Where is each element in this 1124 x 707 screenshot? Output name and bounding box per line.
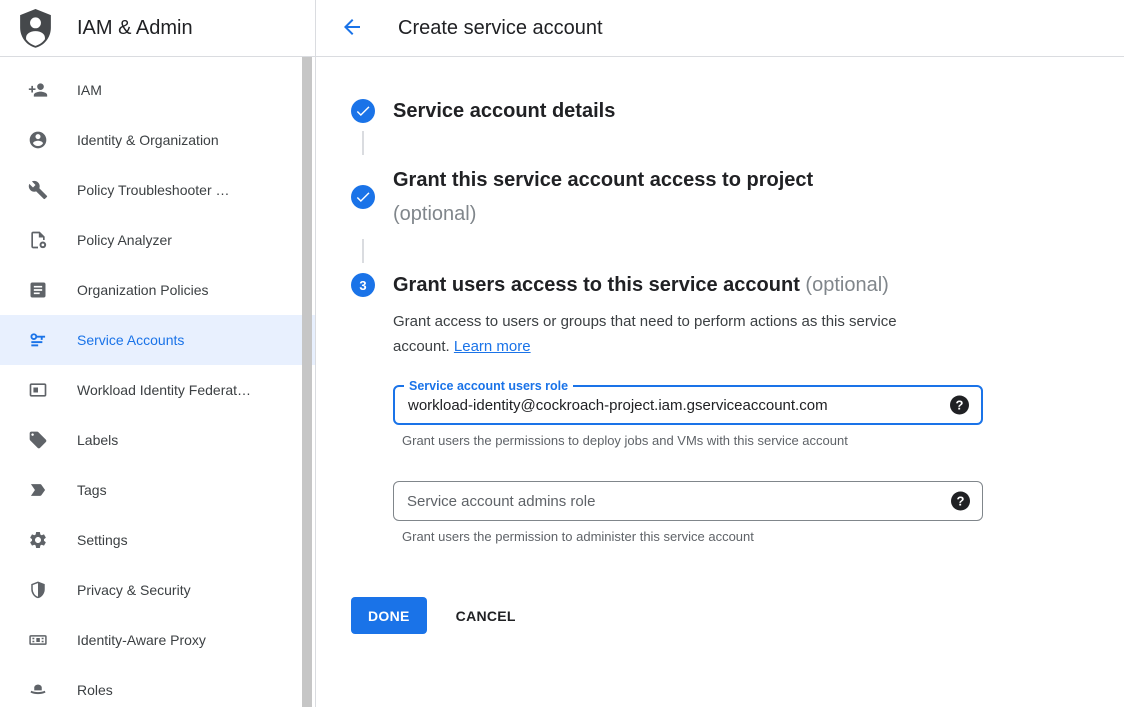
sidebar-item-label: Identity & Organization xyxy=(77,132,219,148)
sidebar-item-roles[interactable]: Roles xyxy=(0,665,315,707)
sidebar-item-privacy-security[interactable]: Privacy & Security xyxy=(0,565,315,615)
identity-person-icon xyxy=(28,130,48,150)
sidebar-item-label: Organization Policies xyxy=(77,282,209,298)
step-2-grant-access-to-project[interactable]: Grant this service account access to pro… xyxy=(351,163,1100,231)
learn-more-link[interactable]: Learn more xyxy=(454,338,531,355)
sidebar-item-label: Settings xyxy=(77,532,128,548)
step-3-description: Grant access to users or groups that nee… xyxy=(393,309,949,359)
users-role-input[interactable] xyxy=(395,387,935,423)
sidebar-nav: IAM Identity & Organization Policy Troub… xyxy=(0,57,315,707)
sidebar-item-label: Policy Analyzer xyxy=(77,232,172,248)
sidebar-item-label: Roles xyxy=(77,682,113,698)
step-connector xyxy=(362,131,364,155)
iam-admin-shield-logo-icon xyxy=(17,8,54,49)
main-header: Create service account xyxy=(316,0,1124,57)
main-panel: Create service account Service account d… xyxy=(316,0,1124,707)
sidebar-item-workload-identity-federation[interactable]: Workload Identity Federat… xyxy=(0,365,315,415)
step-1-service-account-details[interactable]: Service account details xyxy=(351,99,1100,123)
gear-icon xyxy=(28,530,48,550)
sidebar: IAM & Admin IAM Identity & Organization xyxy=(0,0,316,707)
card-icon xyxy=(28,380,48,400)
document-gear-icon xyxy=(28,230,48,250)
step-2-optional-label: (optional) xyxy=(393,197,813,231)
step-2-title: Grant this service account access to pro… xyxy=(393,163,813,197)
shield-icon xyxy=(28,580,48,600)
proxy-icon xyxy=(28,630,48,650)
sidebar-item-identity-organization[interactable]: Identity & Organization xyxy=(0,115,315,165)
hat-icon xyxy=(28,680,48,700)
sidebar-item-label: Policy Troubleshooter … xyxy=(77,182,230,198)
sidebar-item-labels[interactable]: Labels xyxy=(0,415,315,465)
sidebar-item-identity-aware-proxy[interactable]: Identity-Aware Proxy xyxy=(0,615,315,665)
sidebar-item-label: Service Accounts xyxy=(77,332,184,348)
step-3-optional-label: (optional) xyxy=(805,274,888,296)
page-title: Create service account xyxy=(398,17,603,40)
create-service-account-form: Service account details Grant this servi… xyxy=(316,57,1124,634)
sidebar-item-label: IAM xyxy=(77,82,102,98)
back-arrow-icon xyxy=(340,15,364,42)
admins-role-input[interactable] xyxy=(394,482,936,520)
form-actions: DONE CANCEL xyxy=(351,597,1100,634)
service-account-admins-role-field: ? xyxy=(393,481,983,521)
step-3-title: Grant users access to this service accou… xyxy=(393,274,800,296)
arrow-tag-icon xyxy=(28,480,48,500)
step-3-number-badge: 3 xyxy=(351,273,375,297)
sidebar-item-label: Tags xyxy=(77,482,107,498)
cancel-button[interactable]: CANCEL xyxy=(440,597,532,634)
admins-role-helper-text: Grant users the permission to administer… xyxy=(402,529,983,544)
sidebar-item-policy-analyzer[interactable]: Policy Analyzer xyxy=(0,215,315,265)
service-account-users-role-field: Service account users role ? xyxy=(393,385,983,425)
back-button[interactable] xyxy=(340,16,364,40)
step-connector xyxy=(362,239,364,263)
article-icon xyxy=(28,280,48,300)
sidebar-item-label: Workload Identity Federat… xyxy=(77,382,251,398)
sidebar-item-service-accounts[interactable]: Service Accounts xyxy=(0,315,315,365)
done-button[interactable]: DONE xyxy=(351,597,427,634)
sidebar-item-policy-troubleshooter[interactable]: Policy Troubleshooter … xyxy=(0,165,315,215)
wrench-icon xyxy=(28,180,48,200)
sidebar-header: IAM & Admin xyxy=(0,0,315,57)
person-add-icon xyxy=(28,80,48,100)
step-1-title: Service account details xyxy=(393,99,615,123)
sidebar-item-tags[interactable]: Tags xyxy=(0,465,315,515)
sidebar-item-label: Privacy & Security xyxy=(77,582,191,598)
sidebar-scrollbar[interactable] xyxy=(302,57,312,707)
sidebar-item-organization-policies[interactable]: Organization Policies xyxy=(0,265,315,315)
users-role-helper-text: Grant users the permissions to deploy jo… xyxy=(402,433,983,448)
product-title: IAM & Admin xyxy=(77,17,193,40)
sidebar-item-label: Labels xyxy=(77,432,118,448)
check-circle-icon xyxy=(351,99,375,123)
sidebar-item-iam[interactable]: IAM xyxy=(0,65,315,115)
sidebar-item-label: Identity-Aware Proxy xyxy=(77,632,206,648)
help-icon[interactable]: ? xyxy=(950,396,969,415)
sidebar-item-settings[interactable]: Settings xyxy=(0,515,315,565)
service-account-key-icon xyxy=(28,330,48,350)
app-window: IAM & Admin IAM Identity & Organization xyxy=(0,0,1124,707)
step-3-grant-users-access: 3 Grant users access to this service acc… xyxy=(351,271,1100,544)
tag-icon xyxy=(28,430,48,450)
check-circle-icon xyxy=(351,185,375,209)
help-icon[interactable]: ? xyxy=(951,492,970,511)
